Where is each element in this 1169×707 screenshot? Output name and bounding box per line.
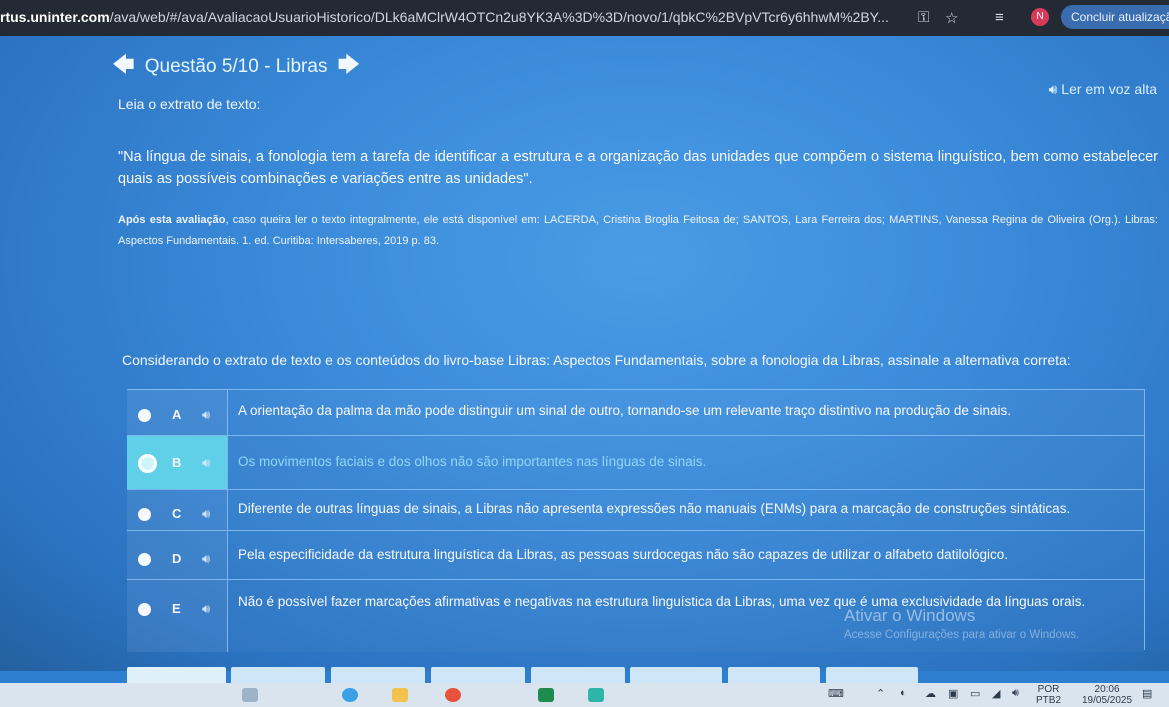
option-e[interactable]: E 🔊︎ Não é possível fazer marcações afir… [127,580,1144,652]
page-tab-7[interactable] [728,667,820,683]
speaker-icon: 🔊︎ [1048,81,1058,97]
quote-text: "Na língua de sinais, a fonologia tem a … [118,149,1158,187]
source-reference: Após esta avaliação, caso queira ler o t… [118,210,1158,252]
page-tab-8[interactable] [826,667,918,683]
language-code: POR [1037,684,1060,695]
star-icon[interactable]: ☆ [945,9,958,27]
option-b-text[interactable]: Os movimentos faciais e dos olhos não sã… [228,436,716,489]
page-tab-1[interactable] [127,667,226,683]
option-d-cell[interactable]: D 🔊︎ [127,531,228,579]
page-tab-5[interactable] [531,667,625,683]
page-tab-4[interactable] [431,667,525,683]
option-c-cell[interactable]: C 🔊︎ [127,490,228,530]
clock[interactable]: 20:06 19/05/2025 [1082,684,1132,706]
option-a-cell[interactable]: A 🔊︎ [127,389,228,435]
clock-date: 19/05/2025 [1082,695,1133,706]
wifi-icon[interactable]: ◢ [992,687,1000,700]
page-tab-2[interactable] [231,667,325,683]
url-path: /ava/web/#/ava/AvaliacaoUsuarioHistorico… [109,9,889,25]
edge-icon[interactable] [342,688,358,702]
option-a-speaker-icon[interactable]: 🔊︎ [202,407,210,423]
app-icon[interactable] [588,688,604,702]
option-b[interactable]: B 🔊︎ Os movimentos faciais e dos olhos n… [127,436,1144,490]
profile-avatar[interactable]: N [1031,8,1049,26]
option-b-cell[interactable]: B 🔊︎ [127,436,228,489]
page-tab-6[interactable] [630,667,722,683]
option-e-letter: E [172,601,181,616]
option-d[interactable]: D 🔊︎ Pela especificidade da estrutura li… [127,531,1144,580]
option-d-text[interactable]: Pela especificidade da estrutura linguís… [228,531,1018,579]
reading-list-icon[interactable]: ≡ [995,9,1004,26]
option-e-radio[interactable] [138,603,151,616]
options-table: A 🔊︎ A orientação da palma da mão pode d… [127,389,1144,652]
option-b-speaker-icon[interactable]: 🔊︎ [202,455,210,471]
question-nav: 🡄 Questão 5/10 - Libras 🡆 [112,48,360,86]
key-icon[interactable]: ⚿ [918,9,929,26]
option-a-radio[interactable] [138,409,151,422]
option-a[interactable]: A 🔊︎ A orientação da palma da mão pode d… [127,389,1144,436]
file-explorer-icon[interactable] [392,688,408,702]
tray-app-icon[interactable]: ◐ [900,687,907,699]
read-aloud-button[interactable]: 🔊︎ Ler em voz alta [1049,81,1157,98]
option-a-letter: A [172,407,182,422]
question-prompt: Considerando o extrato de texto e os con… [122,352,1071,368]
windows-taskbar: ⌨ ⌃ ◐ ☁ ▣ ▭ ◢ 🔊︎ POR PTB2 20:06 19/05/20… [0,683,1169,707]
options-right-border [1144,389,1145,650]
next-arrow-icon[interactable]: 🡆 [337,48,360,86]
language-sub: PTB2 [1036,695,1062,706]
language-indicator[interactable]: POR PTB2 [1036,684,1061,706]
meet-icon[interactable]: ▣ [948,687,958,700]
option-a-text[interactable]: A orientação da palma da mão pode distin… [228,389,1021,435]
address-bar: rtus.uninter.com/ava/web/#/ava/Avaliacao… [0,0,1169,36]
option-e-cell[interactable]: E 🔊︎ [127,580,228,652]
url-field[interactable]: rtus.uninter.com/ava/web/#/ava/Avaliacao… [0,9,910,25]
update-button[interactable]: Concluir atualizaçã [1061,5,1169,29]
battery-icon[interactable]: ▭ [970,687,980,700]
option-c[interactable]: C 🔊︎ Diferente de outras línguas de sina… [127,490,1144,531]
option-d-letter: D [172,551,182,566]
tray-chevron-icon[interactable]: ⌃ [876,687,885,700]
notifications-icon[interactable]: ▤ [1142,687,1152,700]
excel-icon[interactable] [538,688,554,702]
clock-time: 20:06 [1094,684,1120,695]
option-e-text[interactable]: Não é possível fazer marcações afirmativ… [228,580,1118,652]
windows-watermark-subtitle: Acesse Configurações para ativar o Windo… [844,629,1080,641]
windows-watermark-title: Ativar o Windows [844,606,976,625]
taskview-icon[interactable] [242,688,258,702]
option-b-letter: B [172,455,182,470]
option-b-radio[interactable] [138,454,157,473]
option-c-letter: C [172,506,182,521]
option-d-radio[interactable] [138,553,151,566]
lead-text: Leia o extrato de texto: [118,96,261,112]
cloud-icon[interactable]: ☁ [925,687,936,700]
option-e-speaker-icon[interactable]: 🔊︎ [202,601,210,617]
chrome-icon[interactable] [445,688,461,702]
option-d-speaker-icon[interactable]: 🔊︎ [202,551,210,567]
read-aloud-label: Ler em voz alta [1061,81,1157,97]
url-host: rtus.uninter.com [0,9,110,25]
option-c-speaker-icon[interactable]: 🔊︎ [202,506,210,522]
previous-arrow-icon[interactable]: 🡄 [112,48,135,86]
source-rest: , caso queira ler o texto integralmente,… [118,214,1158,247]
keyboard-icon[interactable]: ⌨ [828,687,844,700]
source-bold: Após esta avaliação [118,214,226,226]
volume-icon[interactable]: 🔊︎ [1012,687,1019,700]
option-c-radio[interactable] [138,508,151,521]
question-title: Questão 5/10 - Libras [144,56,328,77]
option-c-text[interactable]: Diferente de outras línguas de sinais, a… [228,490,1080,530]
page-tab-3[interactable] [331,667,425,683]
